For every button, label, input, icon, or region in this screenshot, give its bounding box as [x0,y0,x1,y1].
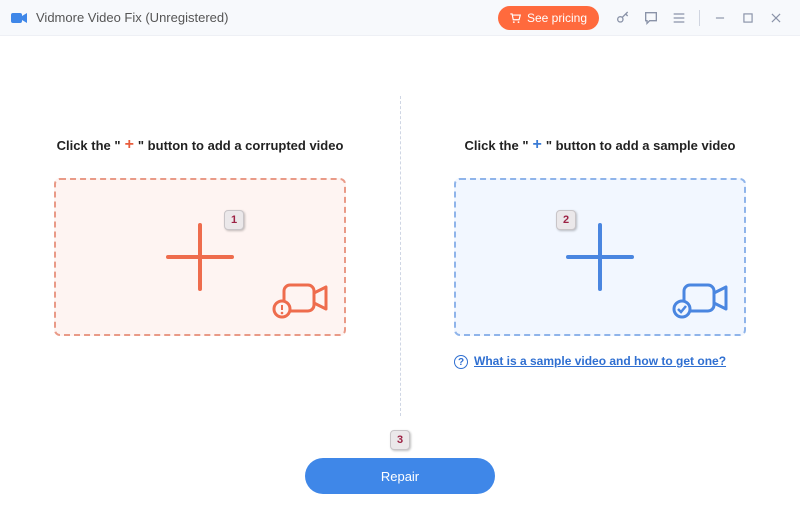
sample-video-panel: Click the " + " button to add a sample v… [400,36,800,512]
plus-icon: + [533,136,542,154]
corrupted-video-panel: Click the " + " button to add a corrupte… [0,36,400,512]
corrupted-instruction: Click the " + " button to add a corrupte… [57,136,344,154]
corrupted-video-camera-icon [272,279,330,324]
titlebar-separator [699,10,700,26]
titlebar: Vidmore Video Fix (Unregistered) See pri… [0,0,800,36]
sample-instruction: Click the " + " button to add a sample v… [465,136,736,154]
help-icon: ? [454,355,468,369]
plus-icon: + [125,136,134,154]
minimize-button[interactable] [708,6,732,30]
sample-video-help-link[interactable]: What is a sample video and how to get on… [474,354,726,368]
main-area: Click the " + " button to add a corrupte… [0,36,800,512]
cart-icon [508,11,522,25]
key-icon[interactable] [611,6,635,30]
sample-video-help: ? What is a sample video and how to get … [454,354,746,369]
maximize-button[interactable] [736,6,760,30]
add-sample-video-dropzone[interactable]: 2 [454,178,746,336]
close-button[interactable] [764,6,788,30]
add-corrupted-video-dropzone[interactable]: 1 [54,178,346,336]
repair-button[interactable]: Repair [305,458,495,494]
app-title: Vidmore Video Fix (Unregistered) [36,10,228,25]
sample-video-camera-icon [672,279,730,324]
step-badge-2: 2 [556,210,576,230]
see-pricing-button[interactable]: See pricing [498,6,599,30]
step-badge-1: 1 [224,210,244,230]
step-badge-3: 3 [390,430,410,450]
see-pricing-label: See pricing [527,11,587,25]
feedback-icon[interactable] [639,6,663,30]
app-logo-icon [10,9,28,27]
menu-icon[interactable] [667,6,691,30]
